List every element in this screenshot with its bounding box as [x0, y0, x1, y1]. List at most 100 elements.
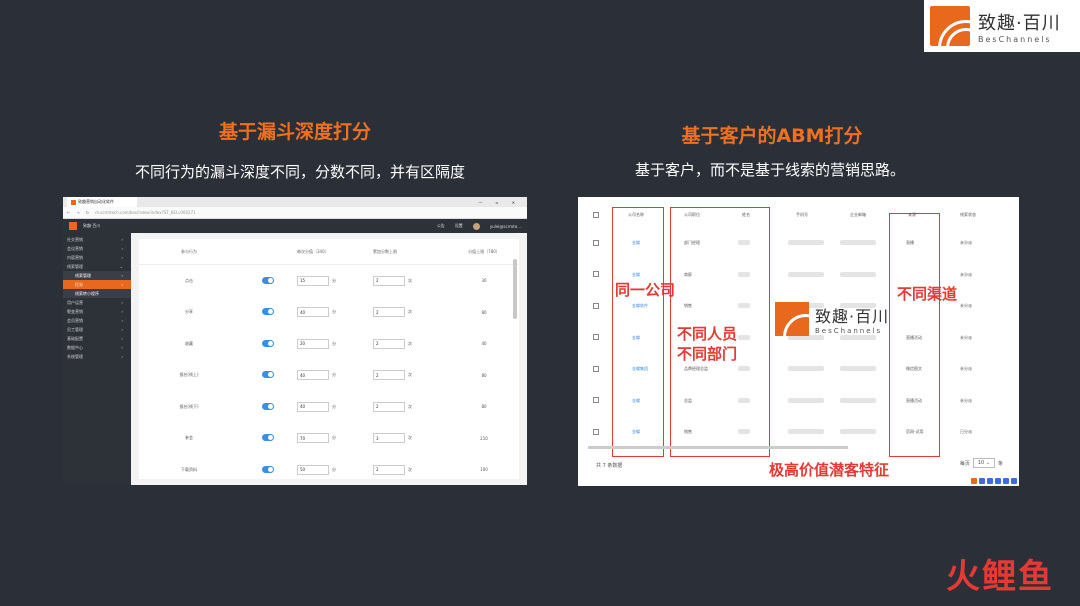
table-row: 分享 40 分 2 次 80	[139, 297, 519, 329]
times-input[interactable]: 2	[373, 338, 405, 349]
times-input[interactable]: 2	[373, 370, 405, 381]
tray-icon[interactable]	[1003, 478, 1009, 484]
back-icon[interactable]: ←	[67, 210, 70, 215]
enable-toggle[interactable]	[262, 339, 274, 347]
horizontal-scrollbar[interactable]	[588, 446, 848, 449]
sidebar-subitem-scoring[interactable]: 打分 ›	[63, 280, 131, 289]
row-checkbox[interactable]	[593, 428, 599, 435]
sidebar-subitem[interactable]: 线索转小程序	[63, 289, 131, 298]
watermark-logo: 致趣·百川 BesChannels	[775, 302, 889, 336]
settings-link[interactable]: 设置	[455, 223, 463, 229]
tray-icon[interactable]	[979, 478, 985, 484]
tab-title: 致趣营销自动化软件	[78, 199, 114, 204]
unit-label: 分	[332, 372, 336, 378]
max-cell: 30	[481, 278, 487, 284]
unit-label: 次	[408, 277, 412, 283]
notice-link[interactable]: 公告	[437, 223, 445, 229]
times-input[interactable]: 2	[373, 275, 405, 286]
refresh-icon[interactable]: ↻	[86, 210, 89, 215]
select-all-checkbox[interactable]	[593, 211, 599, 218]
sidebar-item[interactable]: 会议营销 ›	[63, 244, 131, 253]
score-input[interactable]: 50	[297, 464, 329, 475]
status-cell: 未分派	[960, 397, 972, 403]
max-cell: 80	[481, 404, 487, 410]
unit-label: 分	[332, 403, 336, 409]
browser-tab[interactable]: 致趣营销自动化软件	[67, 197, 137, 207]
sidebar-item[interactable]: 用户运营 ›	[63, 298, 131, 307]
score-input[interactable]: 40	[297, 401, 329, 412]
row-checkbox[interactable]	[593, 397, 599, 403]
window-controls[interactable]: — ▫ ✕	[478, 200, 527, 205]
score-input[interactable]: 20	[297, 338, 329, 349]
max-cell: 80	[481, 372, 487, 378]
brand-logo: 致趣·百川 BesChannels	[924, 0, 1080, 52]
score-input[interactable]: 15	[297, 275, 329, 286]
max-cell: 40	[481, 341, 487, 347]
unit-label: 次	[408, 372, 412, 378]
row-checkbox[interactable]	[593, 239, 599, 246]
abm-scoring-screenshot: 公司名称 公司职位 姓名 手机号 企业邮箱 来源 线索状态 金蝶 部门经理 直播 未分…	[578, 197, 1019, 486]
avatar[interactable]	[472, 222, 480, 230]
sidebar-item[interactable]: 系统管理 ›	[63, 352, 131, 361]
sidebar-item[interactable]: 员工管理 ›	[63, 325, 131, 334]
col-phone: 手机号	[796, 212, 808, 217]
sidebar-item[interactable]: 基础配置 ›	[63, 334, 131, 343]
sidebar-item[interactable]: 线索管理 ⌄	[63, 262, 131, 271]
sidebar-item[interactable]: 裂变营销 ›	[63, 307, 131, 316]
score-input[interactable]: 40	[297, 370, 329, 381]
status-cell: 未分派	[960, 334, 972, 340]
blurred-phone	[788, 240, 824, 245]
url-text: m.scrmtech.com/bes/index/index?ST_KEI=00…	[95, 210, 196, 215]
scrollbar[interactable]	[513, 259, 517, 319]
times-input[interactable]: 3	[373, 433, 405, 444]
blurred-email	[840, 240, 876, 245]
sidebar-item[interactable]: 内容营销 ›	[63, 253, 131, 262]
table-row: 收藏 20 分 2 次 40	[139, 328, 519, 360]
user-email[interactable]: yulei@scrmte...	[490, 224, 521, 229]
tray-icon[interactable]	[1011, 478, 1017, 484]
blurred-email	[840, 271, 876, 277]
address-bar[interactable]: ← → ↻ m.scrmtech.com/bes/index/index?ST_…	[63, 207, 527, 219]
max-cell: 80	[481, 309, 487, 315]
row-checkbox[interactable]	[593, 271, 599, 277]
blurred-phone	[788, 429, 824, 434]
unit-label: 次	[408, 309, 412, 315]
row-checkbox[interactable]	[593, 365, 599, 372]
score-input[interactable]: 40	[297, 307, 329, 318]
unit-label: 分	[332, 466, 336, 472]
enable-toggle[interactable]	[262, 276, 274, 284]
status-cell: 已分派	[960, 429, 972, 434]
sidebar-item[interactable]: 社交营销 ›	[63, 235, 131, 244]
row-checkbox[interactable]	[593, 334, 599, 340]
enable-toggle[interactable]	[262, 434, 274, 442]
same-company-box	[612, 207, 664, 457]
input-method-icon[interactable]	[971, 478, 977, 484]
page-size-suffix: 条	[997, 460, 1003, 467]
score-input[interactable]: 70	[297, 433, 329, 444]
favicon-icon	[71, 199, 76, 205]
enable-toggle[interactable]	[262, 465, 274, 473]
times-input[interactable]: 2	[373, 464, 405, 475]
tray-icon[interactable]	[995, 478, 1001, 484]
table-row: 报名(线下) 40 分 2 次 80	[139, 391, 519, 423]
enable-toggle[interactable]	[262, 402, 274, 410]
status-cell: 未分派	[960, 303, 972, 308]
table-row: 下载资料 50 分 2 次 100	[139, 454, 519, 485]
behavior-cell: 点击	[185, 277, 193, 283]
brand-mark-icon	[775, 302, 809, 336]
unit-label: 次	[408, 435, 412, 441]
enable-toggle[interactable]	[262, 308, 274, 316]
enable-toggle[interactable]	[262, 371, 274, 379]
times-input[interactable]: 2	[373, 307, 405, 318]
tray-icon[interactable]	[987, 478, 993, 484]
sidebar-item[interactable]: 数据中心 ›	[63, 343, 131, 352]
sidebar-subitem[interactable]: 线索管理 ›	[63, 271, 131, 280]
browser-tabbar: 致趣营销自动化软件 — ▫ ✕	[63, 197, 527, 207]
row-checkbox[interactable]	[593, 302, 599, 309]
forward-icon[interactable]: →	[76, 210, 79, 215]
sidebar-item[interactable]: 会员营销 ›	[63, 316, 131, 325]
page-size-select[interactable]: 10 ⌄	[972, 458, 995, 468]
sidebar: 社交营销 › 会议营销 › 内容营销 › 线索管理 ⌄ 线索管理 › 打分 › 线索转小程序…	[63, 233, 131, 485]
times-input[interactable]: 2	[373, 401, 405, 412]
max-cell: 210	[480, 435, 488, 441]
